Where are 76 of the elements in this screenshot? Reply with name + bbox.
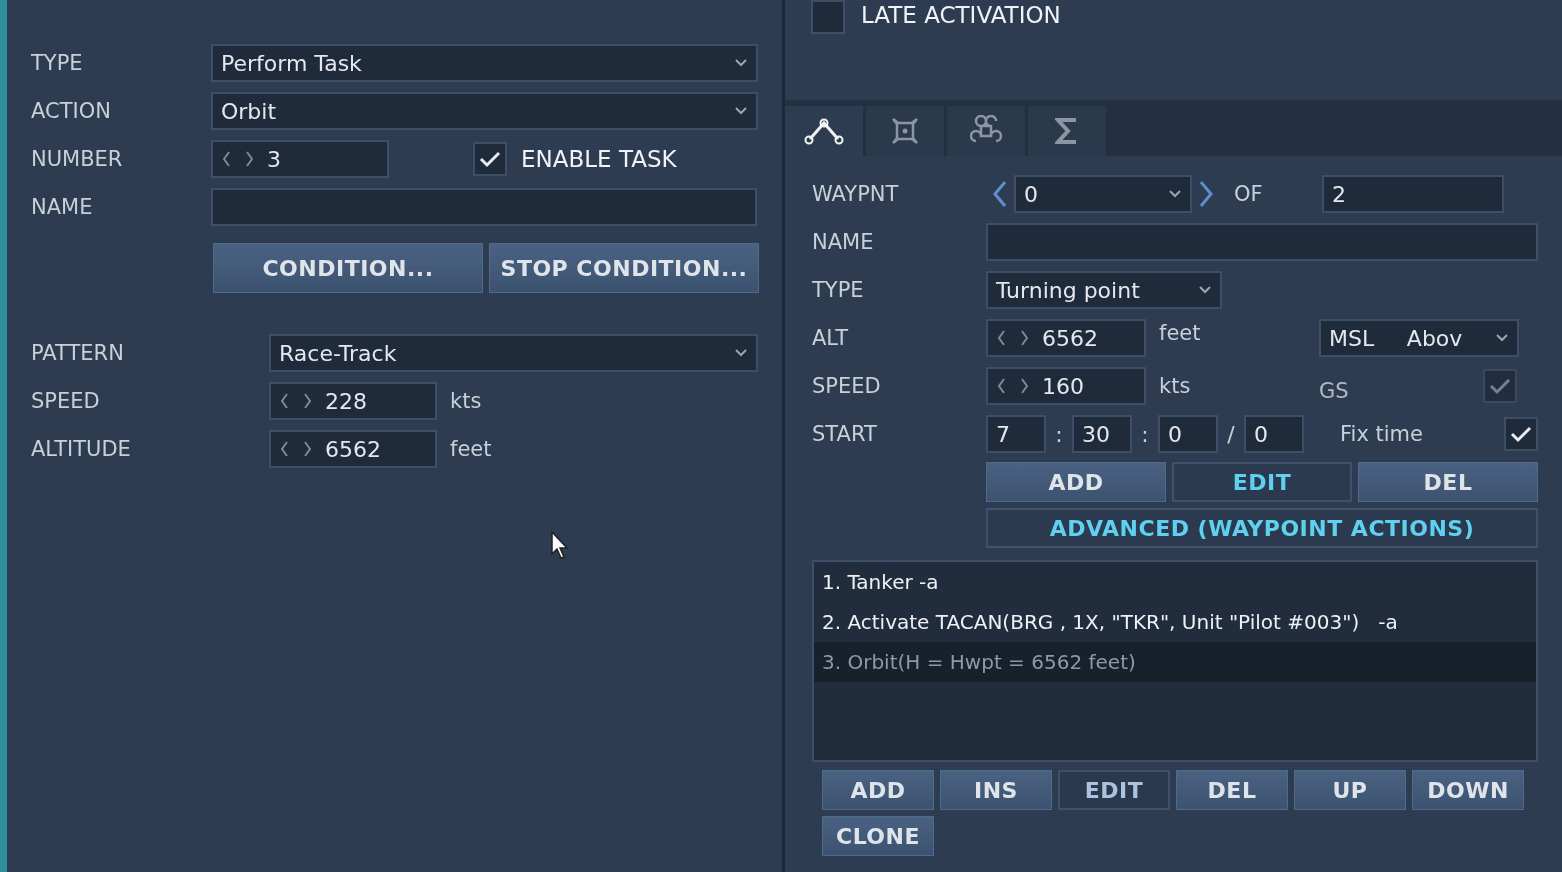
name-input[interactable] — [211, 188, 757, 226]
altitude-reference-select[interactable]: MSL Abov — [1319, 319, 1519, 357]
unit-label: feet — [1158, 321, 1202, 345]
pattern-select[interactable]: Race-Track — [269, 334, 758, 372]
checkbox-label: ENABLE TASK — [521, 146, 677, 172]
field-label: TYPE — [812, 278, 865, 302]
name-input[interactable] — [986, 223, 1538, 261]
action-button[interactable]: DOWN — [1412, 770, 1524, 810]
field-label: TYPE — [31, 51, 84, 75]
dropdown-caret-icon — [734, 106, 748, 116]
time-separator: / — [1226, 421, 1236, 447]
action-button[interactable]: INS — [940, 770, 1052, 810]
icon-tab[interactable] — [785, 106, 863, 156]
checkbox[interactable] — [811, 0, 845, 34]
dropdown-caret-icon — [734, 348, 748, 358]
dropdown-caret-icon — [1168, 189, 1182, 199]
checkbox[interactable] — [1504, 417, 1538, 451]
number-spinner[interactable]: 160 — [986, 367, 1146, 405]
field-label: PATTERN — [31, 341, 125, 365]
number-spinner[interactable]: 3 — [211, 140, 389, 178]
unit-label: feet — [449, 437, 492, 461]
field-label: ALT — [812, 326, 849, 350]
checkbox[interactable] — [473, 142, 507, 176]
time-input[interactable]: 0 — [1158, 415, 1218, 453]
checkmark-icon — [479, 150, 501, 168]
unit-label: kts — [1158, 374, 1192, 398]
type-select[interactable]: Perform Task — [211, 44, 758, 82]
sigma-icon — [1055, 118, 1079, 144]
list-item[interactable]: 1. Tanker -a — [814, 562, 1536, 602]
field-label: WAYPNT — [812, 182, 900, 206]
action-select[interactable]: Orbit — [211, 92, 758, 130]
number-spinner[interactable]: 6562 — [269, 430, 437, 468]
waypoint-button[interactable]: ADD — [986, 462, 1166, 502]
number-spinner[interactable]: 228 — [269, 382, 437, 420]
list-item[interactable]: 3. Orbit(H = Hwpt = 6562 feet) — [814, 642, 1536, 682]
checkmark-icon — [1489, 377, 1511, 395]
checkmark-icon — [1510, 425, 1532, 443]
waypoint-button[interactable]: EDIT — [1172, 462, 1352, 502]
action-button[interactable]: EDIT — [1058, 770, 1170, 810]
type-select[interactable]: Turning point — [986, 271, 1222, 309]
field-label: OF — [1233, 182, 1264, 206]
checkbox-label: LATE ACTIVATION — [861, 1, 1061, 30]
target-icon — [890, 116, 920, 146]
action-button[interactable]: ADD — [822, 770, 934, 810]
time-input[interactable]: 7 — [986, 415, 1046, 453]
mouse-cursor-icon — [550, 530, 570, 560]
time-separator: : — [1054, 421, 1064, 447]
waypoint-select[interactable]: 0 — [1014, 175, 1192, 213]
field-label: SPEED — [812, 374, 882, 398]
list-item[interactable]: 2. Activate TACAN(BRG , 1X, "TKR", Unit "Pilot #003") -a — [814, 602, 1536, 642]
action-button[interactable]: UP — [1294, 770, 1406, 810]
condition-button[interactable]: CONDITION... — [213, 243, 483, 293]
condition-button[interactable]: STOP CONDITION... — [489, 243, 759, 293]
waypoint-button[interactable]: DEL — [1358, 462, 1538, 502]
time-separator: : — [1140, 421, 1150, 447]
checkbox-label: GS — [1319, 379, 1350, 403]
field-label: NAME — [812, 230, 875, 254]
field-label: ACTION — [31, 99, 112, 123]
number-spinner[interactable]: 6562 — [986, 319, 1146, 357]
dropdown-caret-icon — [1198, 285, 1212, 295]
action-button[interactable]: CLONE — [822, 816, 934, 856]
count-input[interactable]: 2 — [1322, 175, 1504, 213]
unit-label: kts — [449, 389, 482, 413]
time-input[interactable]: 0 — [1244, 415, 1304, 453]
action-button[interactable]: DEL — [1176, 770, 1288, 810]
field-label: NUMBER — [31, 147, 124, 171]
dropdown-caret-icon — [1495, 333, 1509, 343]
dropdown-caret-icon — [734, 58, 748, 68]
advanced-button[interactable]: ADVANCED (WAYPOINT ACTIONS) — [986, 508, 1538, 548]
field-label: SPEED — [31, 389, 101, 413]
field-label: NAME — [31, 195, 94, 219]
field-label: START — [812, 422, 878, 446]
field-label: ALTITUDE — [31, 437, 132, 461]
checkbox-label: Fix time — [1340, 422, 1424, 446]
route-icon — [804, 117, 844, 145]
time-input[interactable]: 30 — [1072, 415, 1132, 453]
